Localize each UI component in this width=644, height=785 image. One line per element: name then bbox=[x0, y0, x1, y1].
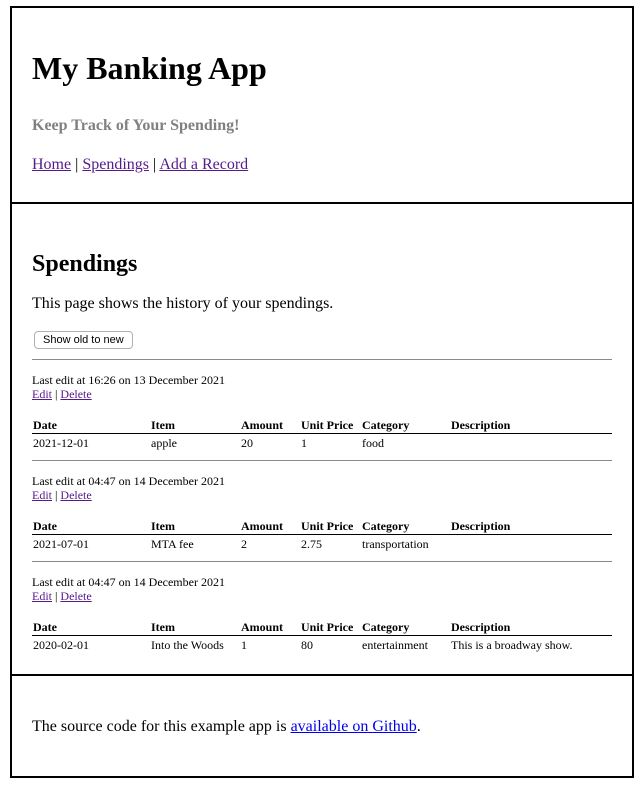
nav-link-spendings[interactable]: Spendings bbox=[82, 156, 149, 173]
cell-date: 2021-12-01 bbox=[33, 436, 89, 450]
column-header-amount: Amount bbox=[240, 520, 300, 535]
footer-text-after: . bbox=[416, 718, 421, 735]
column-header-description: Description bbox=[450, 621, 612, 636]
cell-category: food bbox=[362, 436, 384, 450]
cell-amount: 20 bbox=[241, 436, 253, 450]
action-separator: | bbox=[55, 387, 58, 401]
column-header-date: Date bbox=[32, 419, 150, 434]
spending-record: Last edit at 16:26 on 13 December 2021 Ed… bbox=[32, 359, 612, 450]
last-edit-text: Last edit at 04:47 on 14 December 2021 bbox=[32, 575, 225, 589]
cell-category: transportation bbox=[362, 537, 429, 551]
edit-link[interactable]: Edit bbox=[32, 387, 52, 401]
column-header-item: Item bbox=[150, 520, 240, 535]
cell-unit-price: 1 bbox=[301, 436, 307, 450]
cell-item: MTA fee bbox=[151, 537, 194, 551]
column-header-item: Item bbox=[150, 419, 240, 434]
column-header-description: Description bbox=[450, 520, 612, 535]
nav-link-home[interactable]: Home bbox=[32, 156, 71, 173]
column-header-date: Date bbox=[32, 520, 150, 535]
site-footer: The source code for this example app is … bbox=[12, 676, 632, 776]
sort-order-button[interactable]: Show old to new bbox=[34, 331, 133, 349]
record-actions: Edit | Delete bbox=[32, 387, 612, 401]
record-table: Date Item Amount Unit Price Category Descript… bbox=[32, 419, 612, 450]
cell-unit-price: 2.75 bbox=[301, 537, 322, 551]
column-header-amount: Amount bbox=[240, 419, 300, 434]
last-edit-text: Last edit at 16:26 on 13 December 2021 bbox=[32, 373, 225, 387]
cell-description bbox=[450, 535, 612, 552]
nav-separator: | bbox=[152, 156, 157, 173]
column-header-category: Category bbox=[361, 621, 450, 636]
page-title: Spendings bbox=[32, 251, 138, 277]
cell-item: Into the Woods bbox=[151, 638, 224, 652]
table-row: 2020-02-01 Into the Woods 1 80 entertainment… bbox=[32, 636, 612, 653]
footer-text-before: The source code for this example app is bbox=[32, 718, 291, 735]
column-header-category: Category bbox=[361, 419, 450, 434]
main-nav: Home | Spendings | Add a Record bbox=[32, 135, 612, 174]
page-intro: This page shows the history of your spen… bbox=[32, 295, 334, 312]
column-header-unit-price: Unit Price bbox=[300, 419, 361, 434]
record-table: Date Item Amount Unit Price Category Descript… bbox=[32, 520, 612, 551]
delete-link[interactable]: Delete bbox=[60, 488, 91, 502]
cell-amount: 1 bbox=[241, 638, 247, 652]
cell-unit-price: 80 bbox=[301, 638, 313, 652]
cell-description: This is a broadway show. bbox=[451, 638, 573, 652]
delete-link[interactable]: Delete bbox=[60, 589, 91, 603]
page-frame: My Banking App Keep Track of Your Spendi… bbox=[10, 6, 634, 778]
nav-separator: | bbox=[75, 156, 79, 173]
action-separator: | bbox=[55, 488, 58, 502]
edit-link[interactable]: Edit bbox=[32, 488, 52, 502]
record-table: Date Item Amount Unit Price Category Descript… bbox=[32, 621, 612, 652]
column-header-description: Description bbox=[450, 419, 612, 434]
table-header-row: Date Item Amount Unit Price Category Descript… bbox=[32, 621, 612, 636]
cell-description bbox=[450, 434, 612, 451]
cell-item: apple bbox=[151, 436, 177, 450]
spending-record: Last edit at 04:47 on 14 December 2021 Ed… bbox=[32, 561, 612, 652]
table-row: 2021-12-01 apple 20 1 food bbox=[32, 434, 612, 451]
column-header-date: Date bbox=[32, 621, 150, 636]
table-row: 2021-07-01 MTA fee 2 2.75 transportation bbox=[32, 535, 612, 552]
table-header-row: Date Item Amount Unit Price Category Descript… bbox=[32, 419, 612, 434]
app-title: My Banking App bbox=[32, 50, 267, 86]
site-header: My Banking App Keep Track of Your Spendi… bbox=[12, 8, 632, 204]
github-link[interactable]: available on Github bbox=[291, 718, 417, 735]
column-header-unit-price: Unit Price bbox=[300, 520, 361, 535]
spending-record: Last edit at 04:47 on 14 December 2021 Ed… bbox=[32, 460, 612, 551]
edit-link[interactable]: Edit bbox=[32, 589, 52, 603]
column-header-item: Item bbox=[150, 621, 240, 636]
record-actions: Edit | Delete bbox=[32, 589, 612, 603]
cell-date: 2020-02-01 bbox=[33, 638, 89, 652]
column-header-unit-price: Unit Price bbox=[300, 621, 361, 636]
cell-amount: 2 bbox=[241, 537, 247, 551]
records-list: Last edit at 16:26 on 13 December 2021 Ed… bbox=[32, 359, 612, 652]
spendings-section: Spendings This page shows the history of… bbox=[12, 204, 632, 676]
nav-link-add-record[interactable]: Add a Record bbox=[159, 156, 248, 173]
footer-text: The source code for this example app is … bbox=[32, 676, 612, 736]
tagline: Keep Track of Your Spending! bbox=[32, 117, 240, 134]
cell-category: entertainment bbox=[362, 638, 428, 652]
table-header-row: Date Item Amount Unit Price Category Descript… bbox=[32, 520, 612, 535]
record-actions: Edit | Delete bbox=[32, 488, 612, 502]
column-header-amount: Amount bbox=[240, 621, 300, 636]
last-edit-text: Last edit at 04:47 on 14 December 2021 bbox=[32, 474, 225, 488]
column-header-category: Category bbox=[361, 520, 450, 535]
delete-link[interactable]: Delete bbox=[60, 387, 91, 401]
cell-date: 2021-07-01 bbox=[33, 537, 89, 551]
action-separator: | bbox=[55, 589, 58, 603]
